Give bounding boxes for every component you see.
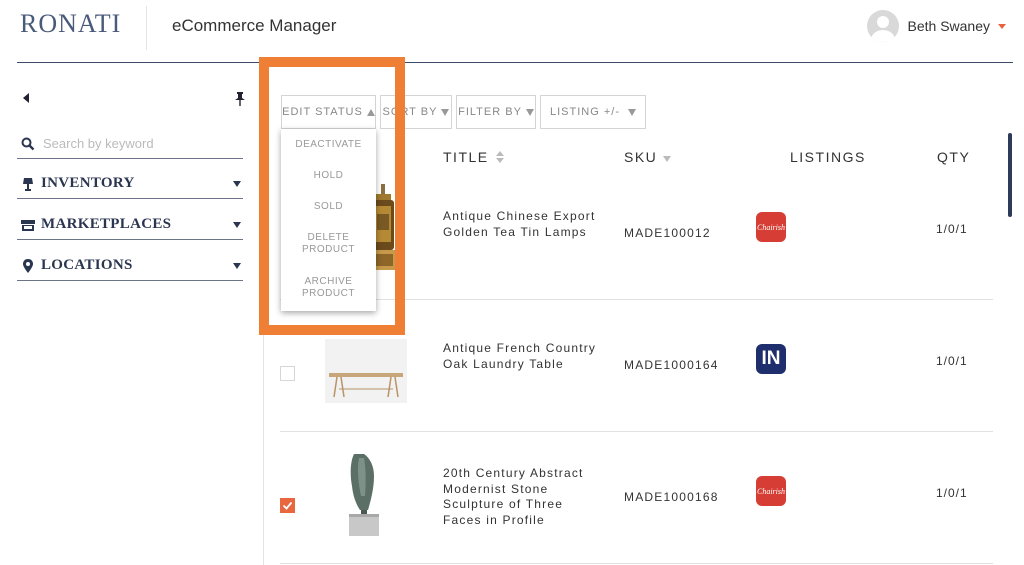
- caret-down-icon: [441, 108, 450, 116]
- listing-button[interactable]: LISTING +/-: [540, 95, 646, 129]
- app-title: eCommerce Manager: [172, 16, 337, 35]
- badge-text: Chairish: [756, 222, 785, 232]
- search-icon: [21, 137, 35, 150]
- chevron-down-icon[interactable]: [233, 262, 241, 269]
- search-bar: [17, 129, 243, 159]
- user-menu-caret-icon[interactable]: [998, 23, 1006, 29]
- product-title[interactable]: Antique Chinese Export Golden Tea Tin La…: [443, 209, 603, 240]
- scrollbar-thumb[interactable]: [1008, 133, 1012, 217]
- check-icon: [282, 501, 293, 510]
- app-header: RONATI eCommerce Manager Beth Swaney: [0, 0, 1024, 62]
- product-sku: MADE1000168: [624, 490, 719, 504]
- column-qty-label: QTY: [937, 149, 971, 165]
- user-menu[interactable]: Beth Swaney: [866, 10, 1006, 42]
- product-sku: MADE1000164: [624, 358, 719, 372]
- incollect-icon[interactable]: IN: [756, 344, 786, 374]
- filter-by-button[interactable]: FILTER BY: [456, 95, 536, 129]
- sidebar-item-label: MARKETPLACES: [41, 216, 172, 232]
- dropdown-item-archive-product[interactable]: ARCHIVE PRODUCT: [281, 276, 376, 300]
- dropdown-item-delete-product[interactable]: DELETE PRODUCT: [281, 232, 376, 256]
- sort-icon[interactable]: [495, 151, 504, 163]
- edit-status-label: EDIT STATUS: [282, 106, 363, 118]
- product-sku: MADE100012: [624, 226, 711, 240]
- ronati-logo[interactable]: RONATI: [20, 9, 121, 39]
- badge-text: Chairish: [756, 486, 785, 496]
- sidebar: INVENTORY MARKETPLACES LOCATIONS: [17, 63, 264, 565]
- column-header-qty: QTY: [937, 149, 970, 165]
- sidebar-item-locations[interactable]: LOCATIONS: [17, 251, 243, 281]
- product-thumbnail-table[interactable]: [325, 339, 407, 403]
- sidebar-item-inventory[interactable]: INVENTORY: [17, 169, 243, 199]
- sidebar-item-marketplaces[interactable]: MARKETPLACES: [17, 210, 243, 240]
- row-checkbox[interactable]: [280, 366, 295, 381]
- search-input[interactable]: [43, 136, 233, 151]
- user-avatar-icon[interactable]: [866, 10, 899, 42]
- product-thumbnail-sculpture[interactable]: [344, 452, 384, 538]
- filter-by-label: FILTER BY: [458, 106, 522, 118]
- collapse-sidebar-icon[interactable]: [23, 93, 29, 103]
- badge-text: IN: [761, 348, 781, 369]
- column-header-sku[interactable]: SKU: [624, 149, 672, 165]
- user-name[interactable]: Beth Swaney: [908, 18, 991, 34]
- lamp-icon: [23, 177, 33, 191]
- chevron-down-icon[interactable]: [233, 221, 241, 228]
- caret-down-icon: [525, 108, 534, 116]
- product-title[interactable]: Antique French Country Oak Laundry Table: [443, 341, 603, 372]
- caret-down-icon: [628, 108, 636, 116]
- column-header-title[interactable]: TITLE: [443, 149, 504, 165]
- header-divider: [146, 6, 147, 50]
- product-qty: 1/0/1: [936, 486, 968, 500]
- caret-up-icon: [366, 108, 375, 116]
- map-pin-icon: [23, 258, 33, 273]
- column-listings-label: LISTINGS: [790, 149, 866, 165]
- product-qty: 1/0/1: [936, 354, 968, 368]
- sidebar-item-label: LOCATIONS: [41, 257, 133, 273]
- listing-label: LISTING +/-: [550, 106, 620, 118]
- sort-down-icon[interactable]: [663, 156, 672, 162]
- dropdown-item-deactivate[interactable]: DEACTIVATE: [281, 139, 376, 151]
- column-title-label: TITLE: [443, 149, 489, 165]
- sort-by-button[interactable]: SORT BY: [380, 95, 452, 129]
- edit-status-button[interactable]: EDIT STATUS: [281, 95, 376, 129]
- edit-status-dropdown: DEACTIVATE HOLD SOLD DELETE PRODUCT ARCH…: [281, 129, 376, 311]
- column-sku-label: SKU: [624, 149, 658, 165]
- sort-by-label: SORT BY: [382, 106, 438, 118]
- chairish-icon[interactable]: Chairish: [756, 212, 786, 242]
- column-header-listings: LISTINGS: [790, 149, 866, 165]
- row-divider: [280, 431, 993, 432]
- product-title[interactable]: 20th Century Abstract Modernist Stone Sc…: [443, 466, 603, 528]
- pin-icon[interactable]: [235, 92, 245, 106]
- chairish-icon[interactable]: Chairish: [756, 476, 786, 506]
- row-divider: [280, 563, 993, 564]
- chevron-down-icon[interactable]: [233, 180, 241, 187]
- store-icon: [21, 219, 35, 231]
- product-qty: 1/0/1: [936, 222, 968, 236]
- sidebar-item-label: INVENTORY: [41, 175, 135, 191]
- row-divider: [280, 299, 993, 300]
- dropdown-item-hold[interactable]: HOLD: [281, 170, 376, 182]
- row-checkbox-checked[interactable]: [280, 498, 295, 513]
- dropdown-item-sold[interactable]: SOLD: [281, 201, 376, 213]
